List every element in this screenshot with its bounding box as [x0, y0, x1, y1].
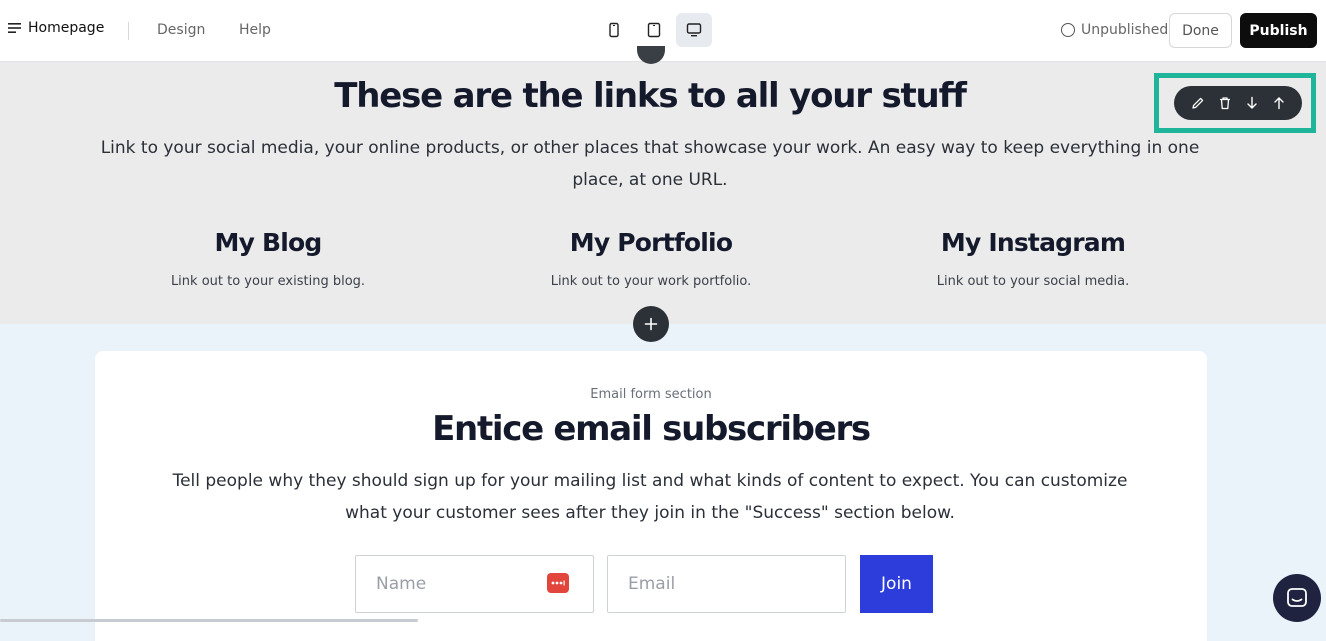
- device-tablet-button[interactable]: [636, 13, 672, 47]
- arrow-up-icon: [1273, 97, 1284, 110]
- link-card-subtitle: Link out to your social media.: [936, 274, 1130, 289]
- device-mobile-button[interactable]: [596, 13, 632, 47]
- arrow-down-icon: [1246, 96, 1257, 109]
- move-down-button[interactable]: [1242, 93, 1262, 113]
- nav-design[interactable]: Design: [157, 22, 205, 38]
- page-menu-button[interactable]: Homepage: [8, 20, 104, 36]
- link-card-blog[interactable]: My Blog Link out to your existing blog.: [88, 228, 448, 289]
- join-button[interactable]: Join: [860, 555, 933, 613]
- dots-icon: [551, 580, 565, 586]
- link-card-subtitle: Link out to your work portfolio.: [550, 274, 752, 289]
- page-name: Homepage: [28, 20, 105, 36]
- email-input[interactable]: [607, 555, 846, 613]
- device-desktop-button[interactable]: [676, 13, 712, 47]
- section-handle[interactable]: [637, 46, 665, 64]
- link-card-title: My Portfolio: [569, 228, 733, 257]
- email-description: Tell people why they should sign up for …: [172, 471, 1128, 523]
- email-heading: Entice email subscribers: [432, 409, 871, 449]
- link-card-instagram[interactable]: My Instagram Link out to your social med…: [853, 228, 1213, 289]
- section-edit-toolbar: [1174, 86, 1302, 120]
- trash-icon: [1219, 97, 1230, 110]
- done-button[interactable]: Done: [1169, 13, 1232, 48]
- section-caption: Email form section: [590, 387, 712, 402]
- menu-icon: [8, 23, 21, 33]
- delete-section-button[interactable]: [1215, 93, 1235, 113]
- link-card-title: My Instagram: [940, 228, 1126, 257]
- nav-help[interactable]: Help: [239, 22, 271, 38]
- phone-icon: [609, 22, 619, 38]
- plus-icon: [644, 317, 658, 331]
- password-manager-icon[interactable]: [547, 573, 569, 593]
- monitor-icon: [686, 23, 702, 37]
- link-card-title: My Blog: [214, 228, 323, 257]
- link-card-subtitle: Link out to your existing blog.: [170, 274, 366, 289]
- link-card-portfolio[interactable]: My Portfolio Link out to your work portf…: [471, 228, 831, 289]
- add-section-button[interactable]: [633, 306, 669, 342]
- divider: [128, 22, 129, 40]
- move-up-button[interactable]: [1269, 93, 1289, 113]
- status-text: Unpublished: [1081, 22, 1169, 38]
- pencil-icon: [1191, 97, 1203, 109]
- edit-section-button[interactable]: [1188, 93, 1208, 113]
- links-heading: These are the links to all your stuff: [334, 76, 967, 116]
- chat-launcher-button[interactable]: [1273, 574, 1321, 622]
- links-section[interactable]: These are the links to all your stuff Li…: [0, 46, 1326, 324]
- status-circle-icon: [1061, 23, 1075, 37]
- publish-status: Unpublished: [1061, 22, 1168, 38]
- email-form-section[interactable]: Email form section Entice email subscrib…: [95, 351, 1207, 641]
- links-lede: Link to your social media, your online p…: [100, 138, 1200, 190]
- tablet-icon: [647, 22, 661, 38]
- publish-button[interactable]: Publish: [1240, 13, 1317, 48]
- chat-icon: [1287, 588, 1307, 607]
